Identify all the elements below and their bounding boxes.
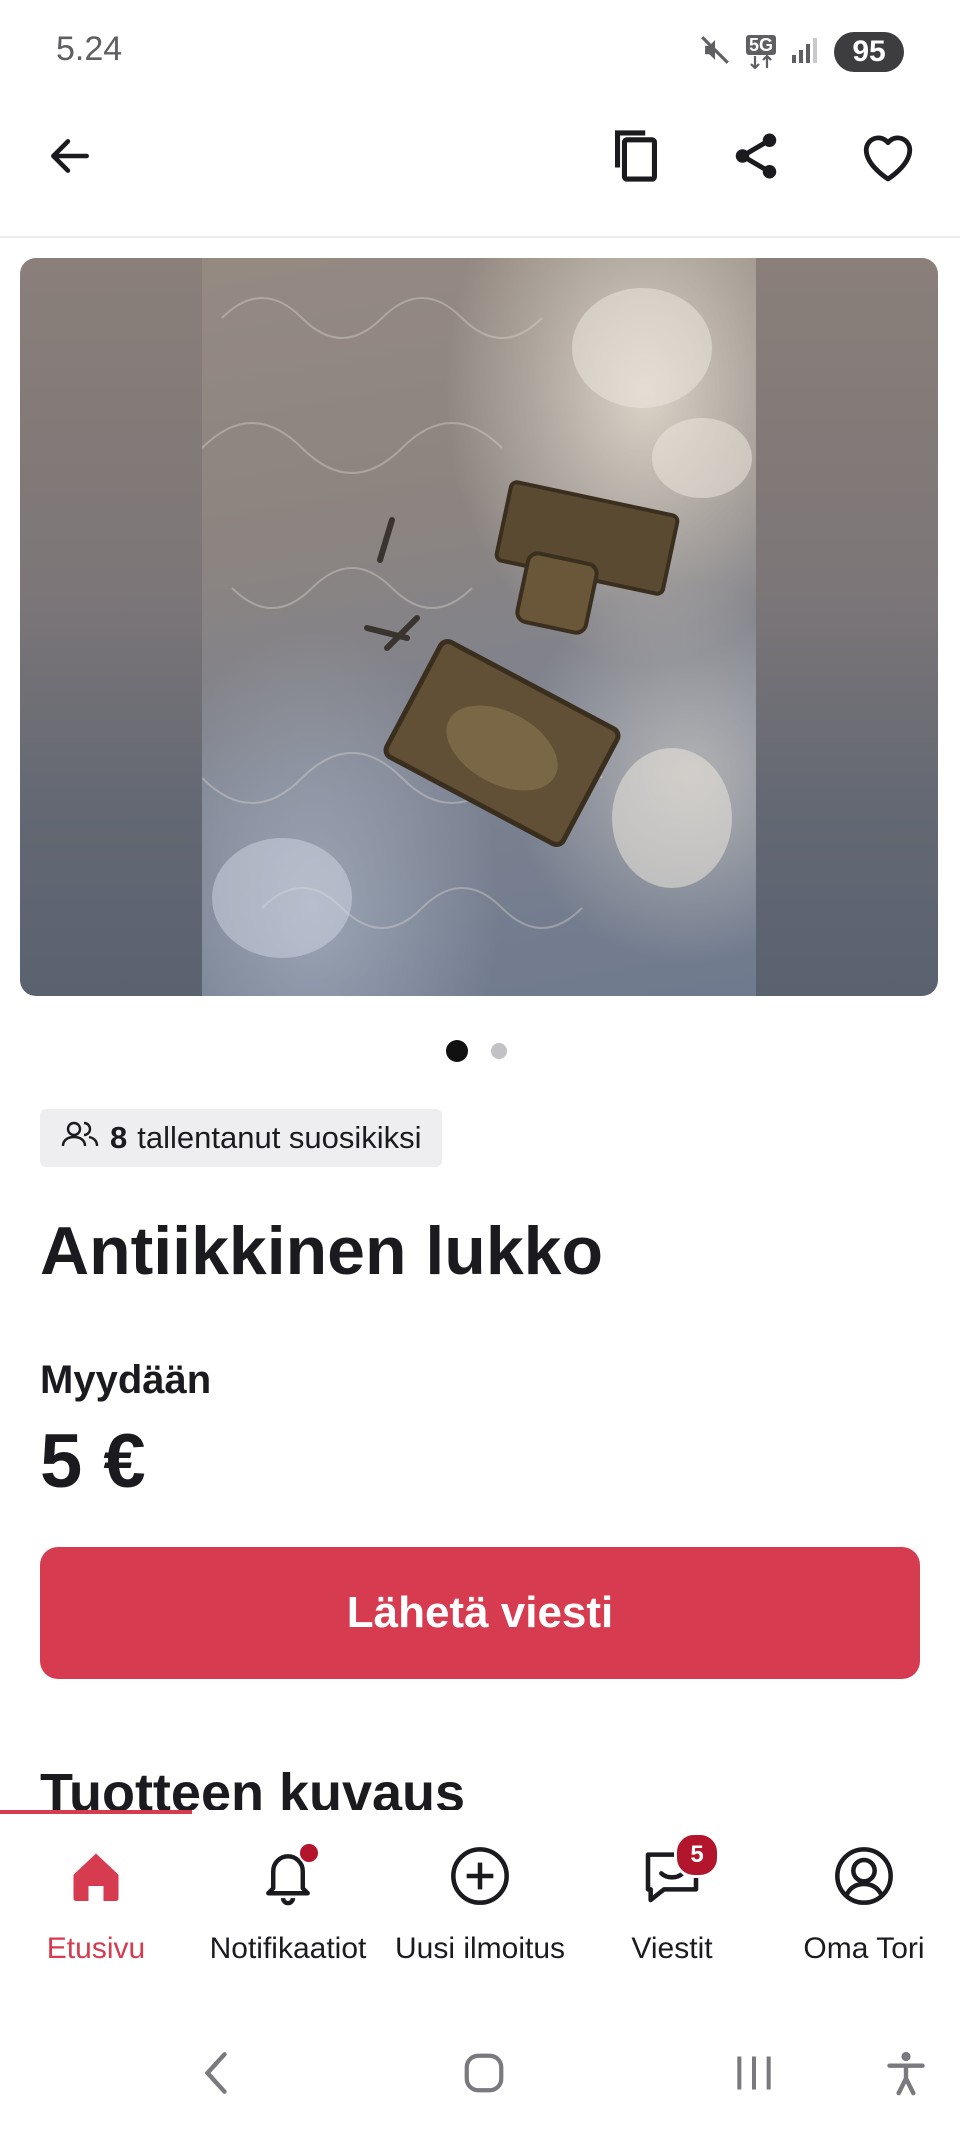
favorites-chip: 8 tallentanut suosikiksi: [40, 1109, 442, 1167]
nav-item-notifications[interactable]: Notifikaatiot: [192, 1840, 384, 1980]
messages-badge: 5: [674, 1832, 720, 1878]
bell-icon: [252, 1840, 324, 1912]
nav-item-home[interactable]: Etusivu: [0, 1840, 192, 1980]
favorite-button[interactable]: [848, 118, 928, 198]
arrow-left-icon: [45, 131, 95, 186]
send-message-button[interactable]: Lähetä viesti: [40, 1547, 920, 1679]
users-icon: [60, 1119, 100, 1157]
nav-label-profile: Oma Tori: [803, 1932, 925, 1965]
chat-icon: 5: [636, 1832, 720, 1912]
home-icon: [60, 1840, 132, 1912]
accessibility-icon: [884, 2049, 928, 2102]
share-icon: [729, 129, 783, 188]
system-back-button[interactable]: [176, 2040, 256, 2110]
home-square-icon: [461, 2050, 507, 2101]
carousel-dot-active[interactable]: [446, 1040, 468, 1062]
favorites-text: tallentanut suosikiksi: [137, 1120, 422, 1155]
nav-label-notifications: Notifikaatiot: [209, 1932, 367, 1965]
status-time: 5.24: [56, 30, 123, 68]
copy-icon: [608, 126, 664, 191]
chevron-left-icon: [199, 2049, 233, 2102]
nav-label-home: Etusivu: [46, 1932, 146, 1965]
nav-label-new-listing: Uusi ilmoitus: [394, 1932, 566, 1965]
share-button[interactable]: [716, 118, 796, 198]
mute-icon: [698, 33, 732, 72]
heart-icon: [859, 129, 917, 188]
plus-circle-icon: [444, 1840, 516, 1912]
nav-label-messages: Viestit: [631, 1932, 713, 1965]
recents-icon: [732, 2051, 776, 2100]
sale-type: Myydään: [40, 1358, 212, 1402]
carousel-dot[interactable]: [491, 1043, 507, 1059]
copy-button[interactable]: [596, 118, 676, 198]
listing-price: 5 €: [40, 1419, 146, 1504]
nav-item-messages[interactable]: 5 Viestit: [576, 1832, 768, 1980]
lock-plate-large: [383, 638, 621, 848]
header-divider: [0, 236, 960, 238]
image-carousel[interactable]: [20, 258, 938, 996]
nav-item-profile[interactable]: Oma Tori: [768, 1840, 960, 1980]
nav-item-new-listing[interactable]: Uusi ilmoitus: [384, 1840, 576, 1980]
listing-photo[interactable]: [202, 258, 756, 996]
network-5g-icon: 5G: [745, 35, 776, 69]
signal-icon: [790, 35, 820, 70]
system-home-button[interactable]: [444, 2040, 524, 2110]
battery-indicator: 95: [834, 32, 904, 72]
favorites-count: 8: [110, 1120, 128, 1155]
listing-title: Antiikkinen lukko: [40, 1213, 603, 1289]
accessibility-button[interactable]: [866, 2040, 946, 2110]
active-tab-indicator: [0, 1810, 192, 1814]
notification-dot: [298, 1842, 320, 1864]
profile-icon: [828, 1840, 900, 1912]
lock-plate-small: [494, 480, 680, 635]
status-icons: 5G 95: [698, 30, 904, 74]
system-recents-button[interactable]: [714, 2040, 794, 2110]
back-button[interactable]: [30, 118, 110, 198]
